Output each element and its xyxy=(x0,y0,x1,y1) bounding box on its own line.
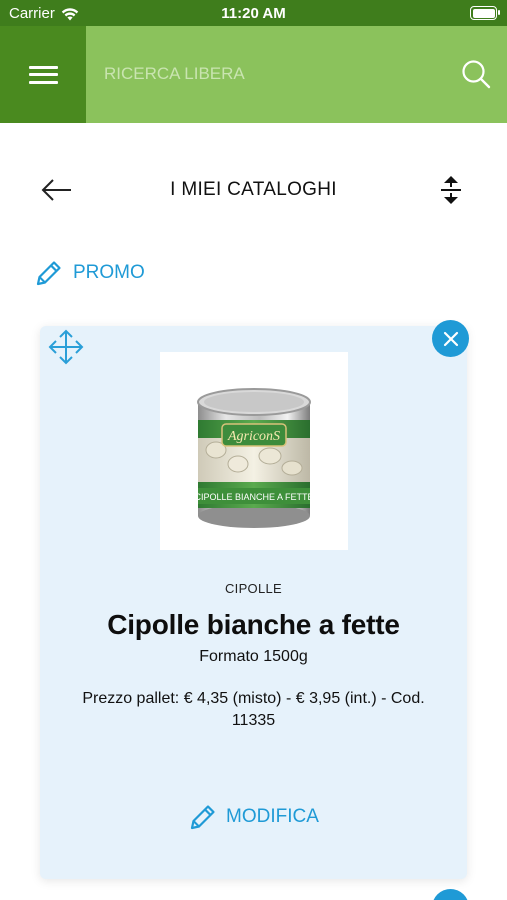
product-name: Cipolle bianche a fette xyxy=(107,609,400,640)
product-format: Formato 1500g xyxy=(199,648,308,665)
close-icon xyxy=(443,331,458,346)
product-price: Prezzo pallet: € 4,35 (misto) - € 3,95 (… xyxy=(82,690,425,729)
edit-label: MODIFICA xyxy=(226,806,319,827)
move-icon[interactable] xyxy=(47,328,85,366)
page-title: I MIEI CATALOGHI xyxy=(170,179,337,200)
menu-button[interactable] xyxy=(0,26,86,123)
search-icon[interactable] xyxy=(461,59,491,89)
screen: Carrier 11:20 AM I MIEI CATALOGHI xyxy=(0,0,507,900)
edit-product-link[interactable]: MODIFICA xyxy=(40,802,467,832)
pencil-icon xyxy=(36,261,61,286)
hamburger-menu-icon xyxy=(28,65,58,84)
status-bar: Carrier 11:20 AM xyxy=(0,0,507,26)
remove-button[interactable] xyxy=(432,320,469,357)
product-category: CIPOLLE xyxy=(224,581,282,596)
battery-icon xyxy=(470,6,500,20)
product-can-illustration: AgriconS CIPOLLE BIANCHE A FETTE xyxy=(194,388,314,528)
product-image: AgriconS CIPOLLE BIANCHE A FETTE xyxy=(160,352,348,550)
catalog-name: PROMO xyxy=(73,262,145,283)
next-card-remove-button[interactable] xyxy=(432,889,469,900)
reorder-icon[interactable] xyxy=(440,174,462,206)
pencil-icon xyxy=(190,805,215,830)
title-row: I MIEI CATALOGHI xyxy=(0,160,507,220)
status-time: 11:20 AM xyxy=(221,5,286,22)
search-input[interactable] xyxy=(104,60,434,88)
app-header xyxy=(0,26,507,123)
catalog-edit-link[interactable]: PROMO xyxy=(34,256,145,290)
product-can-label-text: CIPOLLE BIANCHE A FETTE xyxy=(194,492,313,502)
product-card[interactable]: AgriconS CIPOLLE BIANCHE A FETTE CIPOLLE… xyxy=(40,320,469,879)
product-brand-text: AgriconS xyxy=(227,429,280,444)
